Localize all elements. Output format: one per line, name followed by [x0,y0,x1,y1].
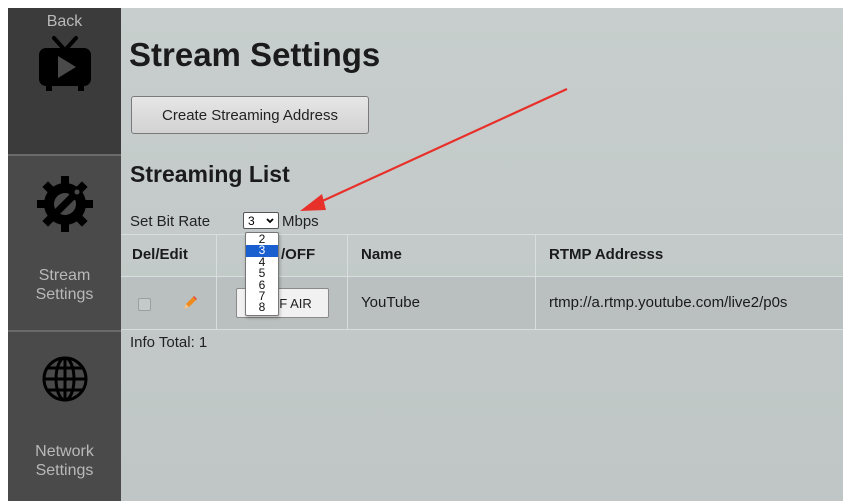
annotation-arrow [300,87,568,211]
